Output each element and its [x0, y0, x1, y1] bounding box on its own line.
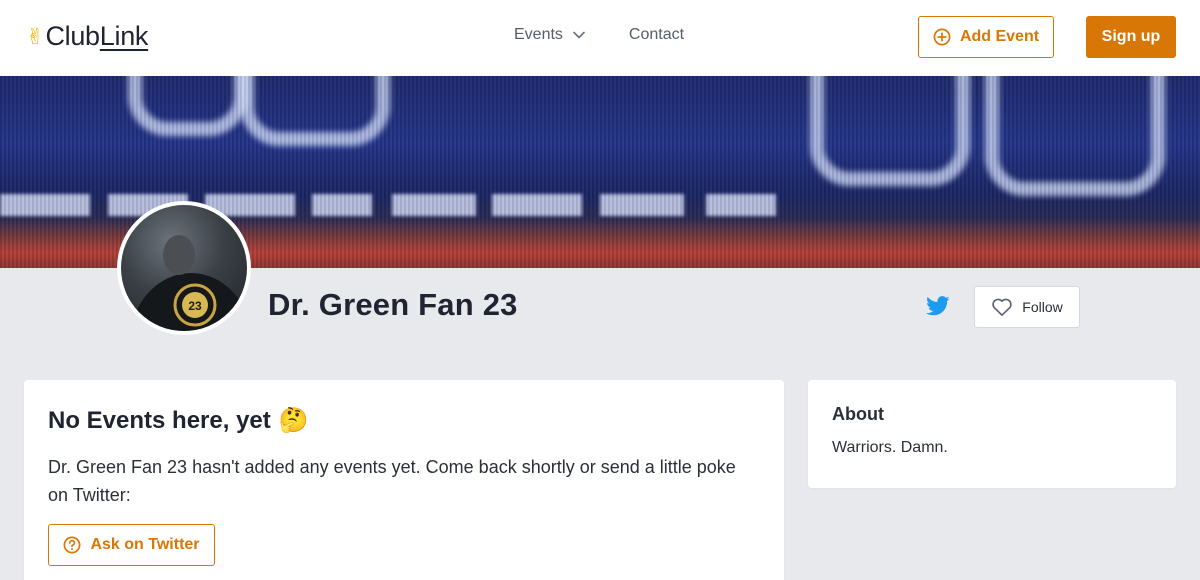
logo-text-link: Link	[99, 21, 149, 51]
nav-events-dropdown[interactable]: Events	[514, 26, 585, 44]
clublink-logo[interactable]: ✌ Club Link	[26, 21, 148, 52]
about-text: Warriors. Damn.	[832, 439, 948, 456]
chevron-down-icon	[573, 31, 585, 39]
thinking-face-icon: 🤔	[278, 407, 309, 434]
main-nav: Events Contact	[514, 26, 684, 44]
about-card: About Warriors. Damn.	[808, 380, 1176, 488]
events-empty-title-text: No Events here, yet	[48, 406, 271, 434]
profile-name: Dr. Green Fan 23	[268, 287, 518, 322]
follow-label: Follow	[1022, 299, 1063, 315]
add-event-button[interactable]: Add Event	[918, 16, 1054, 58]
logo-text-club: Club	[45, 21, 100, 51]
heart-icon	[992, 298, 1012, 316]
top-navbar: ✌ Club Link Events Contact Add Event Sig…	[0, 0, 1200, 76]
twitter-profile-link[interactable]	[926, 296, 950, 321]
events-card: No Events here, yet 🤔 Dr. Green Fan 23 h…	[24, 380, 784, 580]
ask-on-twitter-button[interactable]: Ask on Twitter	[48, 524, 215, 566]
twitter-icon	[926, 296, 950, 316]
plus-circle-icon	[933, 28, 951, 46]
about-title: About	[832, 404, 884, 424]
nav-contact-label: Contact	[628, 26, 685, 43]
question-circle-icon	[64, 536, 81, 554]
svg-text:23: 23	[188, 299, 202, 313]
peace-hand-icon: ✌	[26, 23, 45, 49]
events-empty-title: No Events here, yet 🤔	[48, 406, 309, 435]
events-empty-message: Dr. Green Fan 23 hasn't added any events…	[48, 457, 736, 505]
add-event-label: Add Event	[959, 28, 1040, 45]
follow-button[interactable]: Follow	[974, 286, 1080, 328]
nav-events-label: Events	[514, 26, 563, 43]
sign-up-button[interactable]: Sign up	[1086, 16, 1176, 58]
profile-avatar: 23	[117, 201, 251, 335]
ask-on-twitter-label: Ask on Twitter	[90, 536, 200, 553]
avatar-image: 23	[121, 205, 247, 331]
nav-contact-link[interactable]: Contact	[629, 26, 684, 44]
sign-up-label: Sign up	[1101, 28, 1161, 45]
